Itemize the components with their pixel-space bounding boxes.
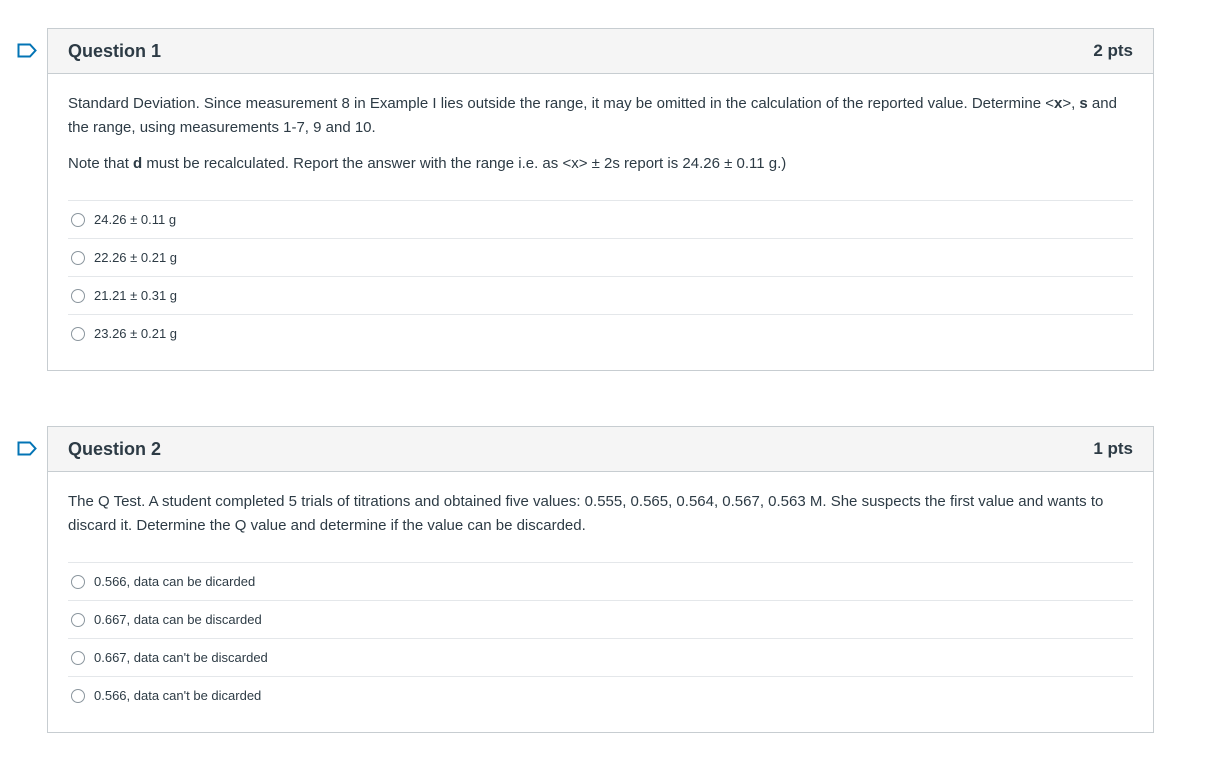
answer-list: 0.566, data can be dicarded 0.667, data … (68, 562, 1133, 714)
answer-option[interactable]: 0.667, data can't be discarded (68, 639, 1133, 677)
text-segment: must be recalculated. Report the answer … (142, 155, 787, 172)
answer-option[interactable]: 23.26 ± 0.21 g (68, 315, 1133, 352)
text-bold: d (133, 155, 143, 172)
question-paragraph: The Q Test. A student completed 5 trials… (68, 493, 1104, 534)
text-bold: s (1079, 95, 1088, 112)
answer-option[interactable]: 0.566, data can be dicarded (68, 563, 1133, 601)
question-header: Question 1 2 pts (48, 29, 1153, 74)
bookmark-icon-question-2[interactable] (17, 441, 37, 456)
question-body: Standard Deviation. Since measurement 8 … (48, 74, 1153, 370)
answer-option[interactable]: 0.566, data can't be dicarded (68, 677, 1133, 714)
question-text: The Q Test. A student completed 5 trials… (68, 490, 1133, 538)
question-title: Question 2 (68, 438, 162, 459)
question-paragraph: Standard Deviation. Since measurement 8 … (68, 92, 1133, 140)
question-2: Question 2 1 pts The Q Test. A student c… (47, 426, 1154, 733)
radio-button[interactable] (71, 688, 85, 703)
question-title: Question 1 (68, 40, 162, 61)
text-segment: Note that (68, 155, 134, 172)
radio-button[interactable] (71, 612, 85, 627)
answer-label: 0.667, data can be discarded (94, 612, 262, 627)
answer-option[interactable]: 21.21 ± 0.31 g (68, 277, 1133, 315)
answer-option[interactable]: 0.667, data can be discarded (68, 601, 1133, 639)
radio-button[interactable] (71, 250, 85, 265)
answer-label: 22.26 ± 0.21 g (94, 250, 178, 265)
answer-option[interactable]: 24.26 ± 0.11 g (68, 201, 1133, 239)
radio-button[interactable] (71, 288, 85, 303)
question-body: The Q Test. A student completed 5 trials… (48, 472, 1153, 732)
radio-button[interactable] (71, 574, 85, 589)
question-1: Question 1 2 pts Standard Deviation. Sin… (47, 28, 1154, 371)
text-segment: >, (1062, 95, 1080, 112)
radio-button[interactable] (71, 650, 85, 665)
answer-option[interactable]: 22.26 ± 0.21 g (68, 239, 1133, 277)
text-segment: Standard Deviation. Since measurement 8 … (68, 95, 1054, 112)
question-text: Standard Deviation. Since measurement 8 … (68, 92, 1133, 176)
answer-label: 0.566, data can be dicarded (94, 574, 256, 589)
question-points: 1 pts (1093, 439, 1133, 458)
answer-label: 23.26 ± 0.21 g (94, 326, 178, 341)
radio-button[interactable] (71, 326, 85, 341)
bookmark-icon-question-1[interactable] (17, 43, 37, 58)
answer-label: 21.21 ± 0.31 g (94, 288, 178, 303)
radio-button[interactable] (71, 212, 85, 227)
answer-label: 0.667, data can't be discarded (94, 650, 268, 665)
answer-label: 24.26 ± 0.11 g (94, 212, 177, 227)
question-paragraph: Note that d must be recalculated. Report… (68, 152, 1133, 176)
question-header: Question 2 1 pts (48, 427, 1153, 472)
answer-list: 24.26 ± 0.11 g 22.26 ± 0.21 g 21.21 ± 0.… (68, 200, 1133, 352)
question-points: 2 pts (1093, 41, 1133, 60)
answer-label: 0.566, data can't be dicarded (94, 688, 262, 703)
